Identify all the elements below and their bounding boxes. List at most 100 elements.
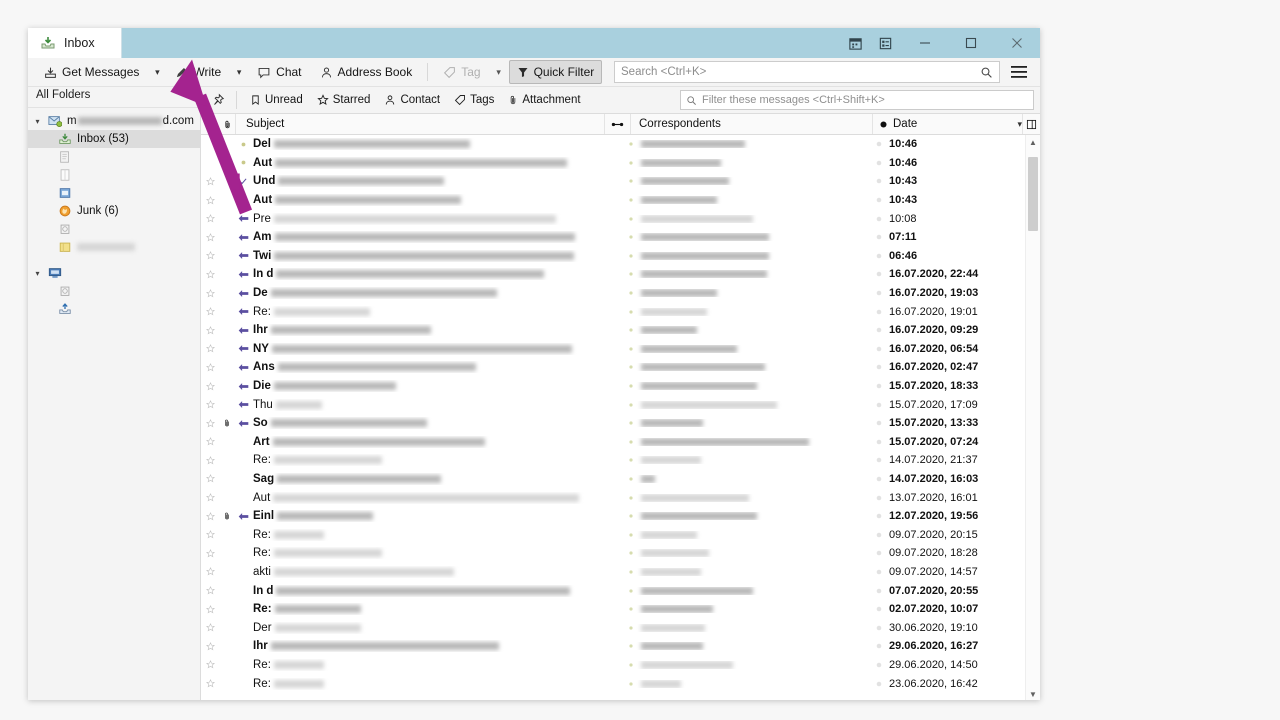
row-correspondent[interactable] [627,140,869,149]
table-row[interactable]: Art 15.07.2020, 07:24 [201,433,1025,452]
chevron-down-icon[interactable]: ▾ [32,116,43,127]
minimize-button[interactable] [902,28,948,58]
row-star-toggle[interactable] [201,195,219,205]
row-subject[interactable]: Art [251,436,627,448]
table-row[interactable]: Thu 15.07.2020, 17:09 [201,395,1025,414]
filter-attachment-button[interactable]: Attachment [502,90,586,110]
row-star-toggle[interactable] [201,623,219,632]
local-item-outbox[interactable]: ▾ [28,300,200,318]
table-row[interactable]: Und 10:43 [201,172,1025,191]
row-star-toggle[interactable] [201,214,219,223]
row-subject[interactable]: Re: [251,547,627,559]
message-list[interactable]: Del 10:46 Aut 10:46 Und 10:43 Aut 10:43 Pre 10:08… [201,135,1025,700]
table-row[interactable]: Pre 10:08 [201,209,1025,228]
scrollbar-track[interactable] [1026,149,1040,687]
row-star-toggle[interactable] [201,548,219,558]
row-star-toggle[interactable] [201,418,219,428]
local-item-trash[interactable]: ▾ [28,282,200,300]
row-subject[interactable]: Aut [251,492,627,504]
row-star-toggle[interactable] [201,437,219,446]
folder-pane-header[interactable]: All Folders [28,87,200,108]
row-star-toggle[interactable] [201,679,219,688]
filter-tags-button[interactable]: Tags [448,90,500,110]
scrollbar-thumb[interactable] [1028,157,1038,231]
table-row[interactable]: In d 07.07.2020, 20:55 [201,581,1025,600]
row-star-toggle[interactable] [201,269,219,279]
column-header-star[interactable] [201,114,219,134]
table-row[interactable]: So 15.07.2020, 13:33 [201,414,1025,433]
row-star-toggle[interactable] [201,660,219,669]
table-row[interactable]: De 16.07.2020, 19:03 [201,284,1025,303]
write-button[interactable]: Write [167,60,229,84]
row-correspondent[interactable] [627,363,869,372]
row-subject[interactable]: De [251,287,627,299]
table-row[interactable]: Re: 14.07.2020, 21:37 [201,451,1025,470]
row-subject[interactable]: Einl [251,510,627,522]
filter-contact-button[interactable]: Contact [378,90,446,110]
row-subject[interactable]: Re: [251,454,627,466]
sidebar-item-trash[interactable]: ▾ [28,220,200,238]
message-list-scrollbar[interactable]: ▲ ▼ [1025,135,1040,700]
scroll-up-arrow[interactable]: ▲ [1026,135,1040,149]
row-correspondent[interactable] [627,679,869,688]
row-subject[interactable]: Ans [251,361,627,373]
table-row[interactable]: Aut 10:43 [201,191,1025,210]
row-correspondent[interactable] [627,660,869,669]
row-subject[interactable]: Thu [251,399,627,411]
row-subject[interactable]: Aut [251,157,627,169]
row-subject[interactable]: In d [251,585,627,597]
message-filter-box[interactable]: Filter these messages <Ctrl+Shift+K> [680,90,1034,110]
row-star-toggle[interactable] [201,400,219,409]
row-correspondent[interactable] [627,233,869,242]
row-subject[interactable]: akti [251,566,627,578]
tag-button[interactable]: Tag [435,60,488,84]
column-header-correspondents[interactable]: Correspondents [630,114,872,134]
tag-dropdown[interactable]: ▾ [491,61,507,83]
table-row[interactable]: Aut 10:46 [201,154,1025,173]
row-correspondent[interactable] [627,530,869,539]
row-subject[interactable]: Re: [251,659,627,671]
row-subject[interactable]: Sag [251,473,627,485]
row-subject[interactable]: Re: [251,678,627,690]
table-row[interactable]: Re: 09.07.2020, 18:28 [201,544,1025,563]
table-row[interactable]: NY 16.07.2020, 06:54 [201,340,1025,359]
row-subject[interactable]: Del [251,138,627,150]
table-row[interactable]: Am 07:11 [201,228,1025,247]
row-star-toggle[interactable] [201,362,219,372]
row-subject[interactable]: Und [251,175,627,187]
table-row[interactable]: Re: 29.06.2020, 14:50 [201,656,1025,675]
row-subject[interactable]: Ihr [251,640,627,652]
tab-inbox[interactable]: Inbox [28,28,122,58]
row-subject[interactable]: Twi [251,250,627,262]
row-subject[interactable]: In d [251,268,627,280]
row-star-toggle[interactable] [201,474,219,483]
row-subject[interactable]: Pre [251,213,627,225]
row-correspondent[interactable] [627,549,869,558]
sidebar-item-archive[interactable]: ▾ [28,184,200,202]
row-correspondent[interactable] [627,586,869,595]
tasks-icon[interactable] [872,30,898,56]
row-correspondent[interactable] [627,437,869,446]
row-subject[interactable]: Re: [251,529,627,541]
row-correspondent[interactable] [627,196,869,205]
table-row[interactable]: Ihr 29.06.2020, 16:27 [201,637,1025,656]
row-star-toggle[interactable] [201,493,219,502]
row-star-toggle[interactable] [201,455,219,465]
table-row[interactable]: Del 10:46 [201,135,1025,154]
row-correspondent[interactable] [627,158,869,167]
table-row[interactable]: Einl 12.07.2020, 19:56 [201,507,1025,526]
row-correspondent[interactable] [627,474,869,483]
column-header-date[interactable]: Date ▾ [872,114,1022,134]
table-row[interactable]: Twi 06:46 [201,247,1025,266]
global-search-box[interactable]: Search <Ctrl+K> [614,61,1000,83]
row-correspondent[interactable] [627,289,869,298]
row-correspondent[interactable] [627,177,869,186]
get-messages-button[interactable]: Get Messages [36,60,147,84]
table-row[interactable]: Der 30.06.2020, 19:10 [201,618,1025,637]
row-star-toggle[interactable] [201,641,219,651]
row-star-toggle[interactable] [201,344,219,353]
write-dropdown[interactable]: ▾ [231,61,247,83]
column-picker-icon[interactable] [1022,114,1040,134]
table-row[interactable]: Ihr 16.07.2020, 09:29 [201,321,1025,340]
table-row[interactable]: Die 15.07.2020, 18:33 [201,377,1025,396]
